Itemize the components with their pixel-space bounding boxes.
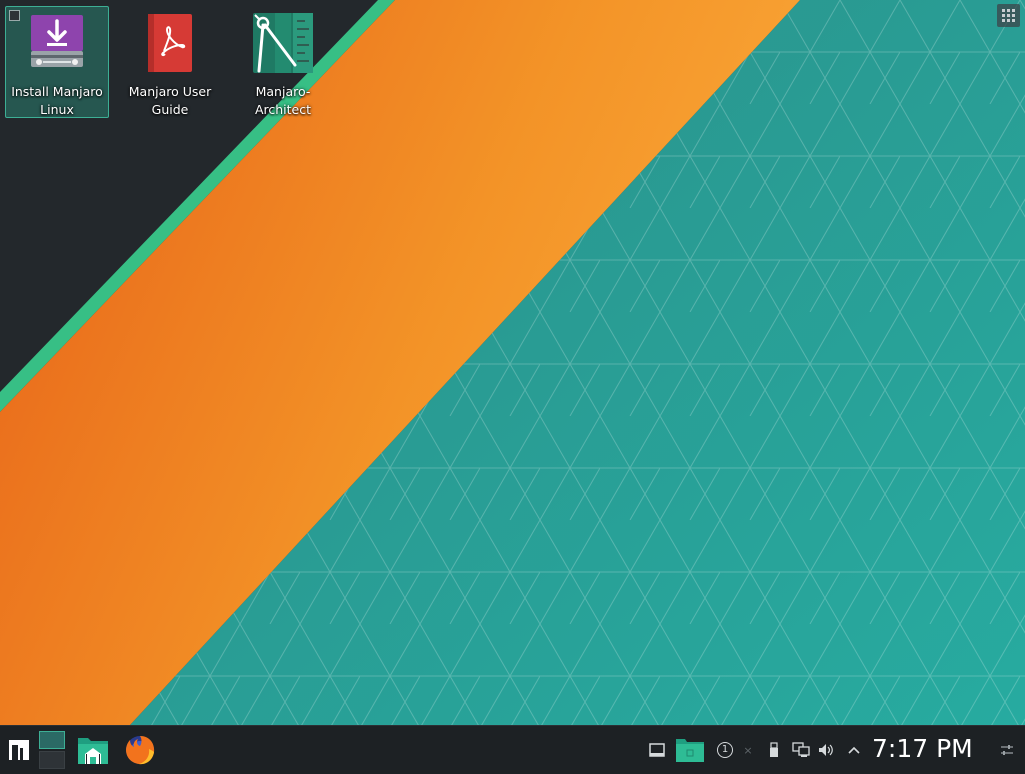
- file-manager-launcher[interactable]: [75, 726, 111, 774]
- pager-desktop-2[interactable]: [39, 751, 65, 769]
- window-icon: [649, 743, 665, 757]
- sliders-icon: [1001, 745, 1013, 755]
- network-button[interactable]: [790, 726, 812, 774]
- usb-drive-icon: [770, 742, 778, 757]
- installer-icon: [25, 11, 89, 75]
- clipboard-x-icon[interactable]: ×: [740, 726, 756, 774]
- application-launcher-button[interactable]: [4, 726, 34, 774]
- desktop-icon-label: Manjaro User Guide: [128, 84, 212, 117]
- grid-dots-icon: [1002, 9, 1015, 22]
- architect-compass-icon: [251, 11, 315, 75]
- close-icon: ×: [743, 743, 753, 757]
- notifications-button[interactable]: 1: [714, 726, 736, 774]
- digital-clock[interactable]: 7:17 PM: [872, 726, 973, 772]
- desktop-icon-label: Install Manjaro Linux: [11, 84, 103, 117]
- desktop-icon-manjaro-architect[interactable]: Manjaro-Architect: [231, 6, 335, 118]
- pager-desktop-1[interactable]: [39, 731, 65, 749]
- firefox-icon: [126, 736, 155, 765]
- virtual-desktop-pager[interactable]: [38, 726, 66, 774]
- pdf-document-icon: [138, 11, 202, 75]
- notification-count: 1: [717, 742, 733, 758]
- desktop-toolbox-button[interactable]: [997, 4, 1020, 27]
- system-tray-expand-button[interactable]: [844, 726, 864, 774]
- network-wired-icon: [792, 742, 810, 757]
- manjaro-logo-icon: [9, 740, 29, 760]
- folder-home-icon: [78, 738, 108, 764]
- desktop-icon-install-manjaro[interactable]: Install Manjaro Linux: [5, 6, 109, 118]
- desktop-icon-label: Manjaro-Architect: [254, 84, 312, 117]
- home-folder-button[interactable]: [674, 726, 706, 774]
- desktop-icon-user-guide[interactable]: Manjaro User Guide: [118, 6, 222, 118]
- removable-devices-button[interactable]: [766, 726, 782, 774]
- firefox-launcher[interactable]: [122, 726, 158, 774]
- volume-button[interactable]: [816, 726, 836, 774]
- selection-checkbox[interactable]: [9, 10, 20, 21]
- taskbar: 1 × 7:17 PM: [0, 725, 1025, 774]
- panel-settings-button[interactable]: [997, 726, 1017, 774]
- folder-icon: [676, 739, 704, 762]
- show-desktop-button[interactable]: [648, 726, 666, 774]
- speaker-icon: [819, 744, 833, 756]
- chevron-up-icon: [848, 746, 860, 754]
